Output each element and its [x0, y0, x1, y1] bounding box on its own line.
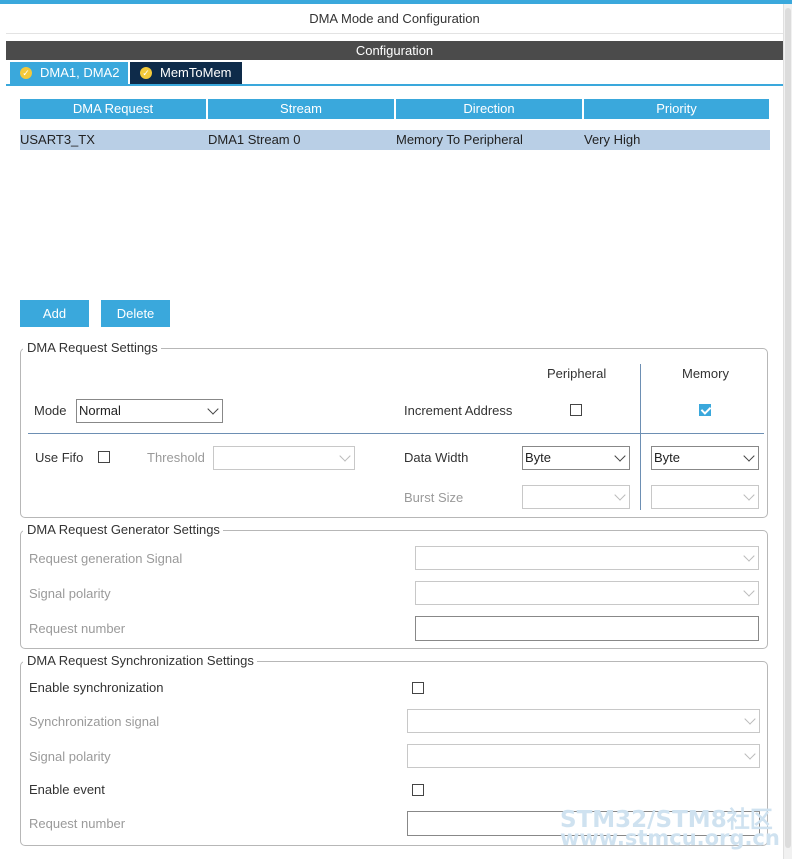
generator-request-number-input[interactable]	[415, 616, 759, 641]
peripheral-data-width-value: Byte	[525, 450, 552, 465]
configuration-header: Configuration	[6, 41, 783, 60]
cell-stream[interactable]: DMA1 Stream 0	[208, 130, 300, 150]
table-row[interactable]	[20, 130, 770, 150]
sync-request-number-label: Request number	[29, 816, 126, 831]
window-title: DMA Mode and Configuration	[6, 4, 783, 34]
generator-signal-polarity-label: Signal polarity	[29, 586, 111, 601]
increment-address-label: Increment Address	[404, 403, 513, 418]
enable-event-label: Enable event	[29, 782, 105, 797]
sync-settings-legend: DMA Request Synchronization Settings	[23, 653, 257, 669]
sync-signal-polarity-label: Signal polarity	[29, 749, 111, 764]
enable-synchronization-label: Enable synchronization	[29, 680, 164, 695]
tab-label: MemToMem	[160, 65, 232, 80]
column-header-dma-request[interactable]: DMA Request	[20, 99, 206, 119]
dma-request-settings-legend: DMA Request Settings	[23, 340, 161, 356]
synchronization-signal-select[interactable]	[407, 709, 760, 733]
delete-button[interactable]: Delete	[101, 300, 170, 327]
peripheral-column-label: Peripheral	[547, 366, 607, 381]
cell-dma-request[interactable]: USART3_TX	[20, 130, 95, 150]
add-button[interactable]: Add	[20, 300, 89, 327]
mode-label: Mode	[34, 403, 67, 418]
request-generation-signal-label: Request generation Signal	[29, 551, 183, 566]
generator-signal-polarity-select[interactable]	[415, 581, 759, 605]
generator-settings-legend: DMA Request Generator Settings	[23, 522, 223, 538]
synchronization-signal-label: Synchronization signal	[29, 714, 160, 729]
enable-event-checkbox[interactable]	[412, 784, 424, 796]
chevron-down-icon	[743, 550, 755, 562]
chevron-down-icon	[743, 585, 755, 597]
threshold-label: Threshold	[147, 450, 205, 465]
chevron-down-icon	[207, 403, 219, 415]
mode-value: Normal	[79, 403, 121, 418]
use-fifo-label: Use Fifo	[35, 450, 84, 465]
column-header-stream[interactable]: Stream	[208, 99, 394, 119]
check-circle-icon: ✓	[140, 67, 152, 79]
tab-memtomem[interactable]: ✓ MemToMem	[130, 62, 242, 84]
chevron-down-icon	[614, 450, 626, 462]
chevron-down-icon	[744, 748, 756, 760]
chevron-down-icon	[339, 450, 351, 462]
peripheral-increment-checkbox[interactable]	[570, 404, 582, 416]
memory-data-width-select[interactable]: Byte	[651, 446, 759, 470]
scrollbar-thumb[interactable]	[785, 8, 791, 848]
burst-size-label: Burst Size	[404, 490, 464, 505]
sync-signal-polarity-select[interactable]	[407, 744, 760, 768]
chevron-down-icon	[743, 450, 755, 462]
request-generation-signal-select[interactable]	[415, 546, 759, 570]
cell-direction[interactable]: Memory To Peripheral	[396, 130, 523, 150]
use-fifo-checkbox[interactable]	[98, 451, 110, 463]
cell-priority[interactable]: Very High	[584, 130, 640, 150]
threshold-select[interactable]	[213, 446, 355, 470]
memory-column-label: Memory	[682, 366, 729, 381]
peripheral-data-width-select[interactable]: Byte	[522, 446, 630, 470]
section-divider	[28, 433, 764, 434]
peripheral-burst-size-select[interactable]	[522, 485, 630, 509]
chevron-down-icon	[744, 713, 756, 725]
chevron-down-icon	[743, 489, 755, 501]
check-circle-icon: ✓	[20, 67, 32, 79]
tab-dma1-dma2[interactable]: ✓ DMA1, DMA2	[10, 62, 128, 84]
data-width-label: Data Width	[404, 450, 469, 465]
tab-underline	[6, 84, 783, 86]
memory-burst-size-select[interactable]	[651, 485, 759, 509]
memory-data-width-value: Byte	[654, 450, 681, 465]
chevron-down-icon	[614, 489, 626, 501]
mode-select[interactable]: Normal	[76, 399, 223, 423]
column-header-direction[interactable]: Direction	[396, 99, 582, 119]
column-divider	[640, 364, 641, 510]
tab-label: DMA1, DMA2	[40, 65, 120, 80]
watermark-line-2: www.stmcu.org.cn	[560, 826, 780, 850]
memory-increment-checkbox[interactable]	[699, 404, 711, 416]
enable-synchronization-checkbox[interactable]	[412, 682, 424, 694]
column-header-priority[interactable]: Priority	[584, 99, 769, 119]
generator-request-number-label: Request number	[29, 621, 126, 636]
